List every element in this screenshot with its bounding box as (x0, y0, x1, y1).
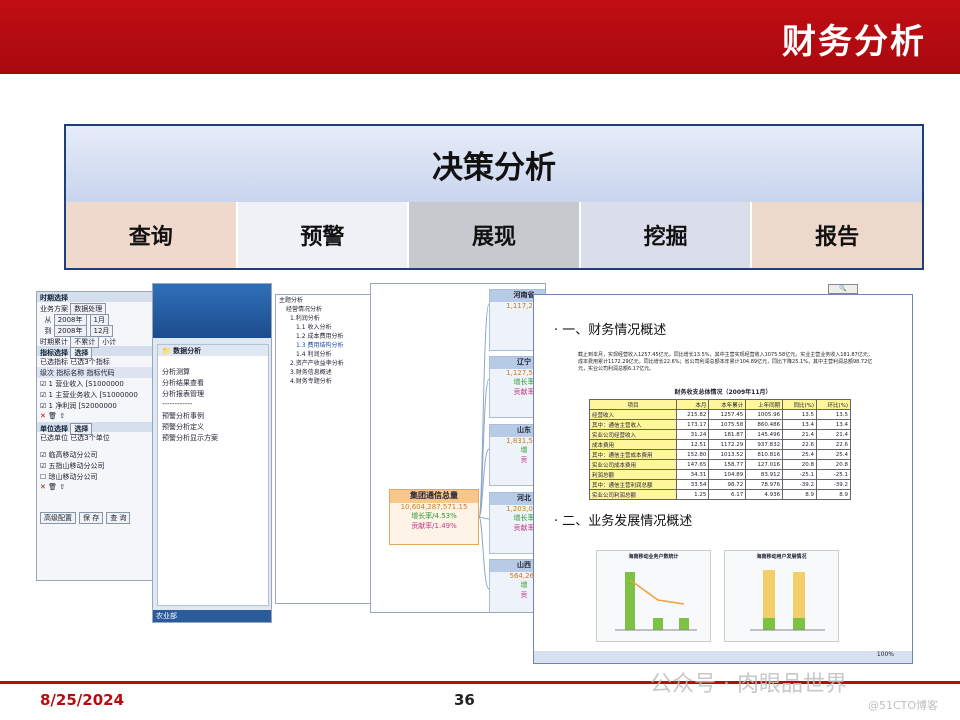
menu-item[interactable]: 分析测算 (158, 366, 268, 377)
zoom-bar[interactable]: 100% (534, 651, 912, 663)
decision-analysis-panel: 决策分析 查询 预警 展现 挖掘 报告 (64, 124, 924, 270)
menu-item[interactable]: 预警分析事例 (158, 410, 268, 421)
mini-chart-users: 海南移动用户发展情况 (724, 550, 839, 642)
footer-date: 8/25/2024 (40, 691, 125, 709)
table-title: 财务收支总体情况（2009年11月） (674, 389, 772, 396)
report-document-screenshot: · 一、财务情况概述 截止到本月，实现经营收入1257.45亿元，同比增长13.… (533, 294, 913, 664)
tab-mining[interactable]: 挖掘 (580, 202, 753, 268)
tab-warning[interactable]: 预警 (237, 202, 410, 268)
table-row: 成本费用 12.51 1172.29 937.832 22.6 22.6 (588, 439, 851, 450)
panel-tabs: 查询 预警 展现 挖掘 报告 (66, 202, 922, 268)
mini-bar-line-chart (615, 572, 697, 631)
delete-icon[interactable]: ✕ (40, 412, 46, 420)
finance-table: 项目 本月 本年累计 上年同期 同比(%) 环比(%) 经营收入 215.82 12… (588, 399, 851, 500)
section-heading: · 一、财务情况概述 (554, 323, 667, 338)
report-paragraph: 截止到本月，实现经营收入1257.45亿元，同比增长13.5%，其中主营实现经营… (578, 352, 873, 372)
tree-item[interactable]: 1.1 收入分析 (276, 322, 374, 331)
indicator-table-header: 级次 指标名称 指标代码 (37, 367, 155, 378)
table-row: 其中：通信主营利润总额 33.54 98.72 78.976 -39.2 -39.2 (588, 479, 851, 490)
table-row: 实业公司成本费用 147.65 158.77 127.016 20.8 20.8 (588, 459, 851, 470)
tree-item[interactable]: 1.2 成本费用分析 (276, 331, 374, 340)
window-banner (153, 284, 271, 338)
watermark-source: @51CTO博客 (868, 699, 939, 712)
tree-item[interactable]: 1.利润分析 (276, 313, 374, 322)
tree-item[interactable]: 主题分析 (276, 295, 374, 304)
tree-item[interactable]: 2.资产产收益率分析 (276, 358, 374, 367)
trash-icon[interactable]: 🗑 (48, 483, 57, 491)
analysis-panel: 📁 数据分析 分析测算 分析结果查看 分析报表管理 ------------ 预… (157, 344, 269, 606)
panel-title: 决策分析 (66, 126, 922, 202)
warning-window-screenshot: 📁 数据分析 分析测算 分析结果查看 分析报表管理 ------------ 预… (152, 283, 272, 623)
tab-label: 展现 (471, 225, 516, 250)
page-number: 36 (454, 691, 475, 709)
table-row: 经营收入 215.82 1257.45 1005.96 13.5 13.5 (588, 409, 851, 420)
up-icon[interactable]: ⇧ (59, 412, 65, 420)
tab-report[interactable]: 报告 (752, 202, 922, 268)
mini-chart-business: 海南移动业务户数统计 (596, 550, 711, 642)
menu-item[interactable]: 预警分析显示方案 (158, 432, 268, 443)
folder-icon-title: 📁 数据分析 (158, 345, 268, 356)
tab-label: 查询 (128, 225, 173, 250)
table-header-row: 项目 本月 本年累计 上年同期 同比(%) 环比(%) (588, 399, 851, 410)
table-row: 利润总额 34.31 104.89 83.912 -25.1 -25.1 (588, 469, 851, 480)
tree-item[interactable]: 4.财务专题分析 (276, 376, 374, 385)
tab-query[interactable]: 查询 (66, 202, 238, 268)
tree-window-screenshot: 主题分析 经营情况分析 1.利润分析 1.1 收入分析 1.2 成本费用分析 1… (275, 294, 375, 604)
list-item[interactable]: ☑ 五指山移动分公司 (37, 460, 155, 471)
save-button[interactable]: 保 存 (79, 512, 104, 524)
list-item[interactable]: ☑ 临高移动分公司 (37, 449, 155, 460)
query-window-screenshot: 时期选择 业务方案 数据处理 从 2008年 1月 到 2008年 12月 时期累计… (36, 291, 156, 581)
tab-label: 报告 (815, 225, 860, 250)
tree-item[interactable]: 3.财务信息概述 (276, 367, 374, 376)
tree-item[interactable]: 1.4 利润分析 (276, 349, 374, 358)
table-row: 实业公司经营收入 31.24 181.87 145.496 21.4 21.4 (588, 429, 851, 440)
zoom-button[interactable]: 🔍 (828, 284, 858, 294)
tree-item[interactable]: 1.3 费用结构分析 (276, 340, 374, 349)
unit-header: 单位选择 选择 (37, 422, 155, 435)
delete-icon[interactable]: ✕ (40, 483, 46, 491)
tab-label: 预警 (300, 225, 345, 250)
list-item[interactable]: ☐ 琼山移动分公司 (37, 471, 155, 482)
tab-label: 挖掘 (643, 225, 688, 250)
watermark: 公众号 · 肉眼品世界 (650, 672, 847, 697)
advanced-config-button[interactable]: 高级配置 (40, 512, 76, 524)
up-icon[interactable]: ⇧ (59, 483, 65, 491)
tree-item[interactable]: 经营情况分析 (276, 304, 374, 313)
section-heading: · 二、业务发展情况概述 (554, 514, 693, 529)
slide: 财务分析 决策分析 查询 预警 展现 挖掘 报告 时期选择 业务方案 数据处理 … (0, 0, 960, 720)
tab-display[interactable]: 展现 (409, 202, 581, 268)
table-row[interactable]: ☑ 1 主营业务收入 [S1000000 (37, 389, 155, 400)
query-button[interactable]: 查 询 (106, 512, 131, 524)
slide-title: 财务分析 (782, 22, 926, 62)
trash-icon[interactable]: 🗑 (48, 412, 57, 420)
table-row: 其中：通信主营收入 173.17 1075.58 860.486 13.4 13.4 (588, 419, 851, 430)
table-row: 其中：通信主营成本费用 152.80 1013.52 810.816 25.4 25.4 (588, 449, 851, 460)
header-bar: 财务分析 (0, 0, 960, 74)
mindmap-center-node[interactable]: 集团通信总量 10,604,287,571.15 增长率/4.53% 贡献率/1… (389, 489, 479, 545)
mindmap-screenshot: 河南省 1,117,219 辽宁 1,127,522 增长率 贡献率 山东 1,… (370, 283, 546, 613)
menu-item[interactable]: 分析结果查看 (158, 377, 268, 388)
status-bar: 农业部 (153, 610, 271, 622)
menu-item[interactable]: 预警分析定义 (158, 421, 268, 432)
menu-divider: ------------ (162, 400, 193, 408)
mini-stacked-chart (750, 570, 825, 631)
table-row[interactable]: ☑ 1 净利润 [S2000000 (37, 400, 155, 411)
menu-item[interactable]: 分析报表管理 (158, 388, 268, 399)
table-row: 实业公司利润总额 1.25 6.17 4.936 8.9 8.9 (588, 489, 851, 500)
table-row[interactable]: ☑ 1 营业收入 [S1000000 (37, 378, 155, 389)
time-header: 时期选择 (37, 292, 155, 302)
